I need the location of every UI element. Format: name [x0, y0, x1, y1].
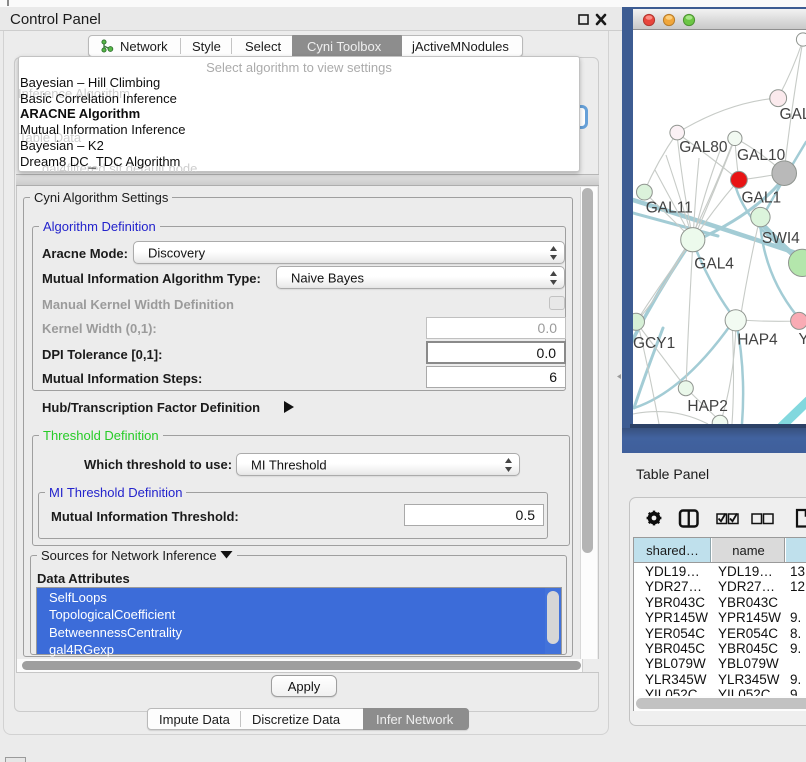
- svg-text:GAL4: GAL4: [694, 256, 734, 273]
- svg-text:Y: Y: [799, 331, 806, 348]
- svg-text:HAP4: HAP4: [737, 332, 778, 349]
- svg-text:GAL80: GAL80: [679, 139, 728, 156]
- svg-text:GAL10: GAL10: [737, 147, 786, 164]
- svg-text:GAL: GAL: [780, 106, 806, 123]
- svg-text:GAL1: GAL1: [742, 190, 782, 207]
- svg-text:HAP2: HAP2: [687, 398, 728, 415]
- svg-text:GCY1: GCY1: [633, 335, 675, 352]
- svg-text:GAL11: GAL11: [646, 200, 693, 217]
- svg-text:SWI4: SWI4: [762, 230, 800, 247]
